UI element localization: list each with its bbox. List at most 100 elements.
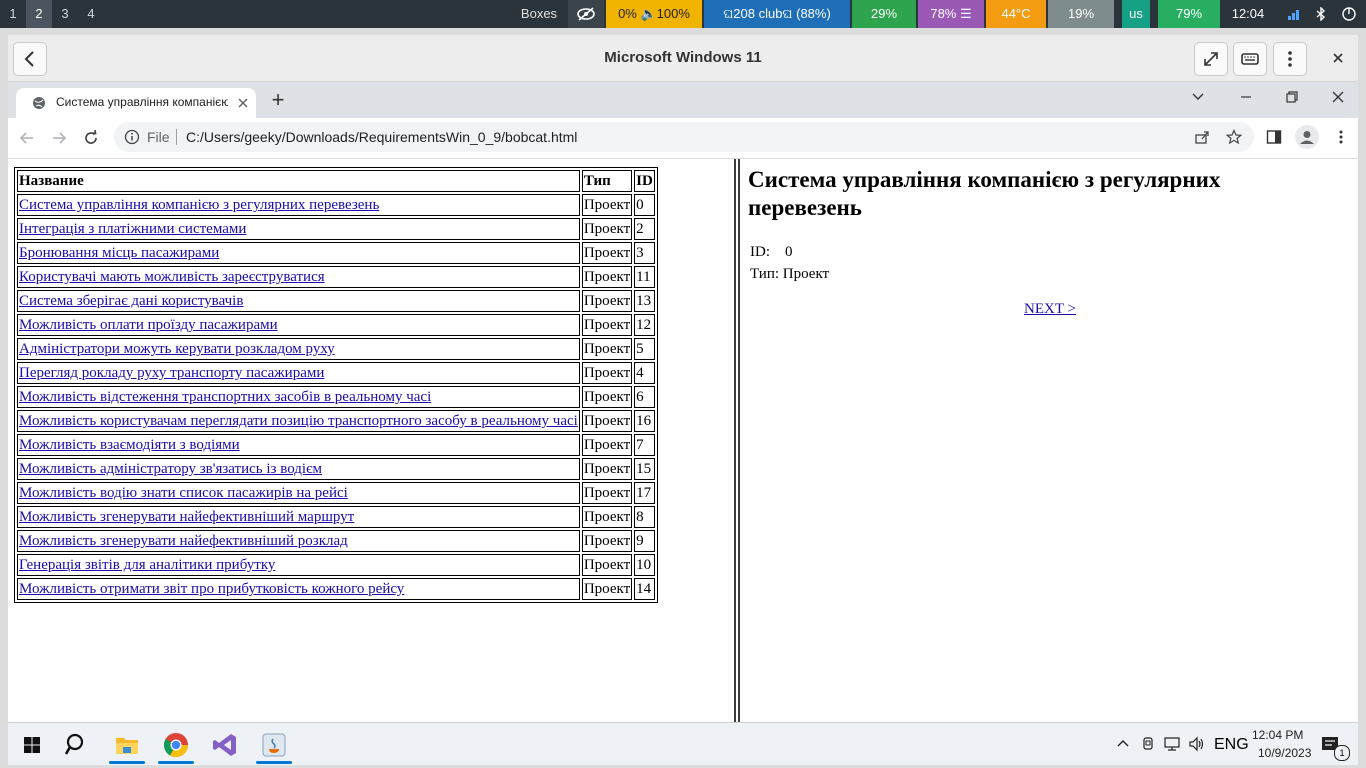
running-indicator bbox=[109, 761, 145, 764]
requirement-id-cell: 6 bbox=[634, 386, 655, 408]
file-explorer-icon[interactable] bbox=[111, 729, 143, 761]
requirement-link[interactable]: Адміністратори можуть керувати розкладом… bbox=[19, 341, 335, 357]
requirement-link[interactable]: Можливість оплати проїзду пасажирами bbox=[19, 317, 278, 333]
window-label: Boxes bbox=[520, 6, 558, 21]
requirement-id-cell: 10 bbox=[634, 554, 655, 576]
meet-now-icon[interactable] bbox=[1141, 736, 1155, 752]
requirement-link[interactable]: Перегляд рокладу руху транспорту пасажир… bbox=[19, 365, 324, 381]
table-row: Система зберігає дані користувачів Проект… bbox=[17, 290, 655, 312]
requirement-id-cell: 3 bbox=[634, 242, 655, 264]
requirements-list-pane: Название Тип ID Система управління компа… bbox=[8, 159, 734, 722]
tab-search-chevron-icon[interactable] bbox=[1191, 90, 1205, 104]
side-panel-icon[interactable] bbox=[1266, 129, 1282, 145]
workspace-2[interactable]: 2 bbox=[26, 0, 52, 28]
speaker-icon[interactable] bbox=[1188, 736, 1206, 752]
table-row: Інтеграція з платіжними системами Проект 2 bbox=[17, 218, 655, 240]
requirement-name-cell: Бронювання місць пасажирами bbox=[17, 242, 580, 264]
start-windows-icon[interactable] bbox=[16, 729, 48, 761]
back-button[interactable] bbox=[13, 42, 47, 76]
requirement-link[interactable]: Генерація звітів для аналітики прибутку bbox=[19, 557, 275, 573]
requirement-name-cell: Інтеграція з платіжними системами bbox=[17, 218, 580, 240]
info-icon[interactable] bbox=[124, 129, 140, 145]
back-arrow-icon[interactable] bbox=[18, 129, 36, 147]
workspace-3[interactable]: 3 bbox=[52, 0, 78, 28]
workspace-1[interactable]: 1 bbox=[0, 0, 26, 28]
requirement-name-cell: Можливість водію знати список пасажирів … bbox=[17, 482, 580, 504]
fullscreen-button[interactable] bbox=[1194, 42, 1228, 76]
new-tab-button[interactable]: + bbox=[266, 88, 290, 112]
requirement-id-cell: 2 bbox=[634, 218, 655, 240]
requirement-link[interactable]: Інтеграція з платіжними системами bbox=[19, 221, 246, 237]
tab-close-icon[interactable] bbox=[238, 98, 248, 108]
remote-window-titlebar: Microsoft Windows 11 bbox=[8, 35, 1358, 82]
menu-kebab-button[interactable] bbox=[1273, 42, 1307, 76]
requirement-link[interactable]: Бронювання місць пасажирами bbox=[19, 245, 219, 261]
requirement-name-cell: Можливість отримати звіт про прибутковіс… bbox=[17, 578, 580, 600]
network-icon[interactable] bbox=[1163, 736, 1181, 752]
requirement-link[interactable]: Система зберігає дані користувачів bbox=[19, 293, 243, 309]
requirement-name-cell: Можливість адміністратору зв'язатись із … bbox=[17, 458, 580, 480]
requirement-link[interactable]: Можливість отримати звіт про прибутковіс… bbox=[19, 581, 404, 597]
restore-icon[interactable] bbox=[1285, 90, 1299, 104]
java-icon[interactable] bbox=[258, 729, 290, 761]
bookmark-star-icon[interactable] bbox=[1226, 129, 1242, 145]
address-bar[interactable]: File C:/Users/geeky/Downloads/Requiremen… bbox=[114, 122, 1254, 152]
requirement-name-cell: Система зберігає дані користувачів bbox=[17, 290, 580, 312]
browser-tab[interactable]: Система управління компанією bbox=[16, 88, 256, 118]
profile-avatar[interactable] bbox=[1295, 125, 1319, 149]
visual-studio-icon[interactable] bbox=[209, 729, 241, 761]
volume-indicator[interactable]: 0% 🔈100% bbox=[606, 0, 702, 28]
signal-icon bbox=[1284, 0, 1306, 28]
table-row: Можливість користувачам переглядати пози… bbox=[17, 410, 655, 432]
next-link[interactable]: NEXT > bbox=[1024, 301, 1076, 318]
table-row: Користувачі мають можливість зареєструва… bbox=[17, 266, 655, 288]
workspace-4[interactable]: 4 bbox=[78, 0, 104, 28]
bluetooth-icon[interactable] bbox=[1310, 0, 1332, 28]
forward-arrow-icon[interactable] bbox=[50, 129, 68, 147]
table-row: Адміністратори можуть керувати розкладом… bbox=[17, 338, 655, 360]
requirement-link[interactable]: Користувачі мають можливість зареєструва… bbox=[19, 269, 325, 285]
windows-taskbar: ENG 12:04 PM 10/9/2023 1 bbox=[8, 722, 1358, 765]
requirement-link[interactable]: Можливість згенерувати найефективніший р… bbox=[19, 533, 348, 549]
chrome-icon[interactable] bbox=[160, 729, 192, 761]
requirement-id-cell: 13 bbox=[634, 290, 655, 312]
table-row: Можливість взаємодіяти з водіями Проект 7 bbox=[17, 434, 655, 456]
requirement-link[interactable]: Можливість адміністратору зв'язатись із … bbox=[19, 461, 322, 477]
requirement-link[interactable]: Можливість користувачам переглядати пози… bbox=[19, 413, 578, 429]
requirement-link[interactable]: Можливість відстеження транспортних засо… bbox=[19, 389, 431, 405]
requirement-link[interactable]: Можливість взаємодіяти з водіями bbox=[19, 437, 240, 453]
table-row: Можливість згенерувати найефективніший м… bbox=[17, 506, 655, 528]
chevron-up-icon[interactable] bbox=[1116, 737, 1130, 751]
requirement-link[interactable]: Можливість водію знати список пасажирів … bbox=[19, 485, 348, 501]
power-icon[interactable] bbox=[1336, 0, 1362, 28]
input-language[interactable]: ENG bbox=[1214, 736, 1249, 754]
reload-icon[interactable] bbox=[82, 129, 100, 147]
table-row: Можливість оплати проїзду пасажирами Прое… bbox=[17, 314, 655, 336]
detail-title: Система управління компанією з регулярни… bbox=[748, 167, 1221, 220]
close-browser-icon[interactable] bbox=[1331, 90, 1345, 104]
url-text[interactable]: C:/Users/geeky/Downloads/RequirementsWin… bbox=[186, 129, 577, 145]
wifi-indicator[interactable]: ଘ208 clubଘ (88%) bbox=[704, 0, 850, 28]
keyboard-button[interactable] bbox=[1233, 42, 1267, 76]
minimize-icon[interactable] bbox=[1239, 90, 1253, 104]
share-icon[interactable] bbox=[1194, 129, 1210, 145]
detail-pane: Система управління компанією з регулярни… bbox=[740, 159, 1358, 722]
requirement-link[interactable]: Система управління компанією з регулярни… bbox=[19, 197, 379, 213]
search-icon[interactable] bbox=[61, 729, 93, 761]
detail-id-label: ID: bbox=[750, 244, 770, 260]
requirement-link[interactable]: Можливість згенерувати найефективніший м… bbox=[19, 509, 354, 525]
requirement-id-cell: 16 bbox=[634, 410, 655, 432]
detail-properties: ID: 0 Тип: Проект bbox=[750, 241, 829, 285]
visibility-off-icon[interactable] bbox=[568, 0, 604, 28]
browser-menu-icon[interactable] bbox=[1333, 129, 1349, 145]
taskbar-clock-date[interactable]: 10/9/2023 bbox=[1258, 746, 1311, 760]
requirement-type-cell: Проект bbox=[581, 554, 633, 576]
requirement-type-cell: Проект bbox=[581, 434, 633, 456]
requirement-name-cell: Можливість користувачам переглядати пози… bbox=[17, 410, 580, 432]
requirement-id-cell: 15 bbox=[634, 458, 655, 480]
system-status-bar: 1 2 3 4 Boxes 0% 🔈100% ଘ208 clubଘ (88%) … bbox=[0, 0, 1366, 28]
keyboard-layout-indicator[interactable]: us bbox=[1122, 0, 1150, 28]
close-window-icon[interactable] bbox=[1322, 42, 1354, 74]
requirement-type-cell: Проект bbox=[581, 338, 633, 360]
taskbar-clock-time[interactable]: 12:04 PM bbox=[1252, 728, 1303, 742]
